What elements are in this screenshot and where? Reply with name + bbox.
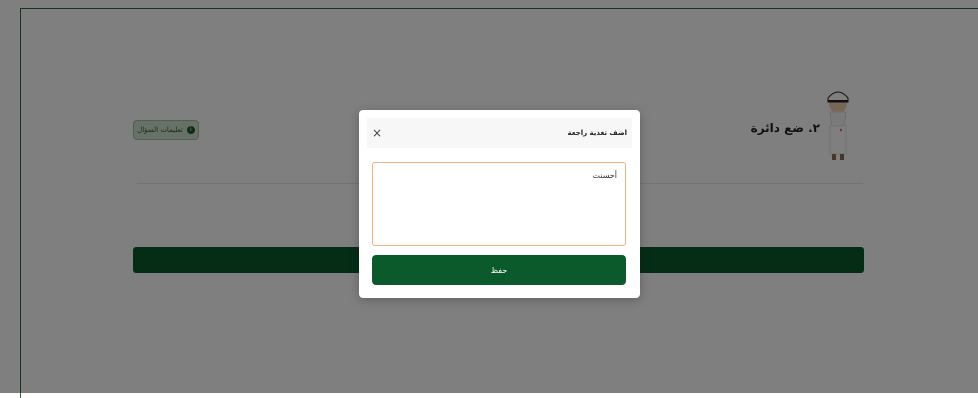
save-button[interactable]: حفظ — [372, 255, 626, 285]
close-icon[interactable]: × — [372, 126, 382, 140]
feedback-textarea[interactable]: أحسنت — [372, 162, 626, 246]
modal-title: اضف تغذية راجعة — [567, 129, 627, 137]
modal-header: × اضف تغذية راجعة — [367, 118, 632, 148]
feedback-modal: × اضف تغذية راجعة أحسنت حفظ — [359, 110, 640, 298]
